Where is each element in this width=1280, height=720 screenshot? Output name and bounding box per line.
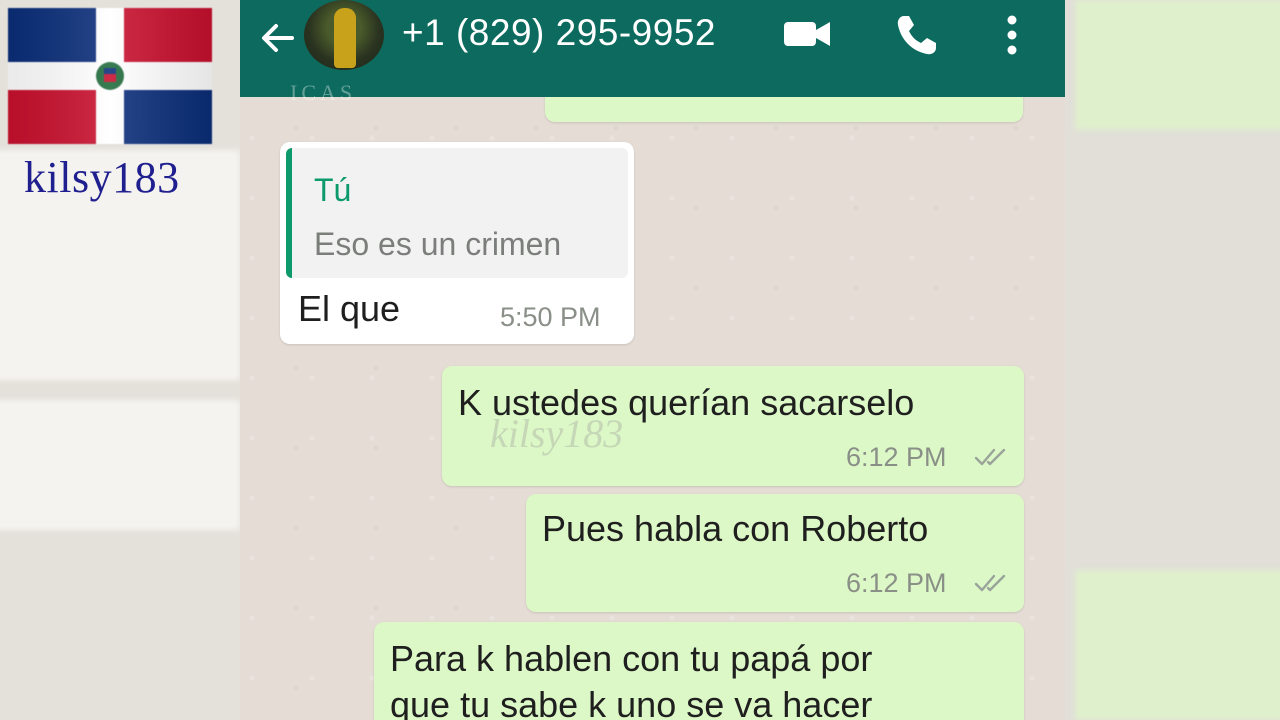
right-blurred-background (1065, 0, 1280, 720)
blurred-bubble (1075, 0, 1280, 130)
back-arrow-icon[interactable] (258, 18, 298, 58)
double-check-icon (974, 448, 1006, 466)
message-bubble-outgoing[interactable]: Pues habla con Roberto 6:12 PM (526, 494, 1024, 612)
contact-name[interactable]: +1 (829) 295-9952 (402, 12, 716, 54)
message-text: El que (298, 288, 401, 329)
avatar-figure (334, 8, 356, 68)
blurred-bubble (1075, 570, 1280, 720)
phone-call-icon[interactable] (894, 12, 940, 58)
contact-avatar[interactable] (304, 0, 384, 70)
quote-text: Eso es un crimen (314, 226, 562, 262)
chat-header: +1 (829) 295-9952 ICAS (240, 0, 1065, 105)
dominican-flag-logo (8, 8, 212, 144)
double-check-icon (974, 574, 1006, 592)
message-time: 6:12 PM (846, 442, 947, 472)
message-text-line: Para k hablen con tu papá por (390, 638, 873, 679)
quote-author: Tú (314, 172, 352, 208)
video-call-icon[interactable] (782, 16, 832, 52)
message-text: Pues habla con Roberto (542, 508, 929, 549)
quote-accent-bar (286, 148, 292, 278)
message-time: 6:12 PM (846, 568, 947, 598)
faded-banner-text: ICAS (290, 80, 357, 105)
video-watermark: kilsy183 (490, 411, 624, 456)
message-time: 5:50 PM (500, 302, 601, 332)
message-bubble-incoming[interactable]: Tú Eso es un crimen El que 5:50 PM (280, 142, 634, 344)
more-vert-icon[interactable] (1002, 12, 1022, 58)
uploader-name: kilsy183 (24, 153, 180, 202)
quoted-message[interactable]: Tú Eso es un crimen (286, 148, 628, 278)
chat-screen: +1 (829) 295-9952 ICAS Tú Eso es un crim… (240, 0, 1065, 720)
blurred-card (0, 400, 240, 530)
message-bubble-outgoing[interactable]: Para k hablen con tu papá por que tu sab… (374, 622, 1024, 720)
message-text-line: que tu sabe k uno se va hacer (390, 684, 873, 720)
